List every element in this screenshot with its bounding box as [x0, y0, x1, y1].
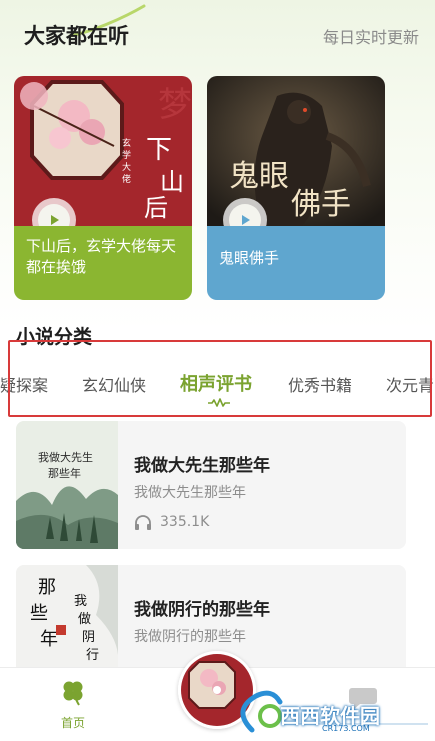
- featured-caption-2: 鬼眼佛手: [207, 226, 385, 300]
- book-cover-1: 我做大先生 那些年: [16, 421, 118, 549]
- book-plays-1: 335.1K: [134, 514, 209, 530]
- svg-text:山: 山: [160, 168, 184, 196]
- svg-text:下: 下: [146, 135, 172, 165]
- svg-text:些: 些: [30, 603, 48, 624]
- svg-text:行: 行: [86, 648, 99, 663]
- highlight-annotation-box: [8, 340, 432, 417]
- play-icon: [242, 215, 250, 225]
- svg-text:梦: 梦: [158, 85, 192, 125]
- svg-text:那些年: 那些年: [48, 466, 81, 480]
- svg-text:鬼眼: 鬼眼: [229, 159, 289, 194]
- play-icon: [51, 215, 59, 225]
- play-count: 335.1K: [160, 514, 210, 530]
- watermark-url: CR173.COM: [322, 724, 370, 733]
- featured-caption-1: 下山后，玄学大佬每天都在挨饿: [14, 226, 192, 300]
- nav-home[interactable]: 首页: [48, 678, 98, 731]
- svg-text:我: 我: [74, 594, 87, 609]
- svg-text:玄: 玄: [122, 137, 131, 149]
- featured-card-1[interactable]: 下 山 后 玄 学 大 佬 梦 下山后，玄学大佬每天都在挨饿: [14, 76, 192, 300]
- book-item-1[interactable]: 我做大先生 那些年 我做大先生那些年 我做大先生那些年 335.1K: [16, 421, 406, 549]
- svg-text:年: 年: [40, 629, 58, 650]
- nav-home-label: 首页: [60, 716, 85, 730]
- svg-text:后: 后: [144, 194, 168, 222]
- svg-text:佛手: 佛手: [291, 187, 351, 222]
- book-subtitle-1: 我做大先生那些年: [134, 485, 246, 501]
- svg-text:学: 学: [122, 149, 131, 161]
- book-title-1: 我做大先生那些年: [134, 456, 270, 476]
- svg-text:我做大先生: 我做大先生: [38, 450, 93, 464]
- book-subtitle-2: 我做阴行的那些年: [134, 629, 246, 645]
- headphones-icon: [135, 515, 151, 530]
- clover-home-icon: [63, 681, 83, 706]
- svg-text:大: 大: [122, 161, 131, 173]
- section-subtitle: 每日实时更新: [322, 28, 419, 47]
- svg-text:做: 做: [78, 612, 91, 627]
- featured-card-2[interactable]: 鬼眼 佛手 鬼眼佛手: [207, 76, 385, 300]
- svg-text:那: 那: [38, 577, 56, 598]
- svg-text:佬: 佬: [122, 173, 131, 185]
- book-title-2: 我做阴行的那些年: [134, 600, 270, 620]
- section-title: 大家都在听: [24, 24, 129, 48]
- svg-text:阴: 阴: [82, 630, 95, 645]
